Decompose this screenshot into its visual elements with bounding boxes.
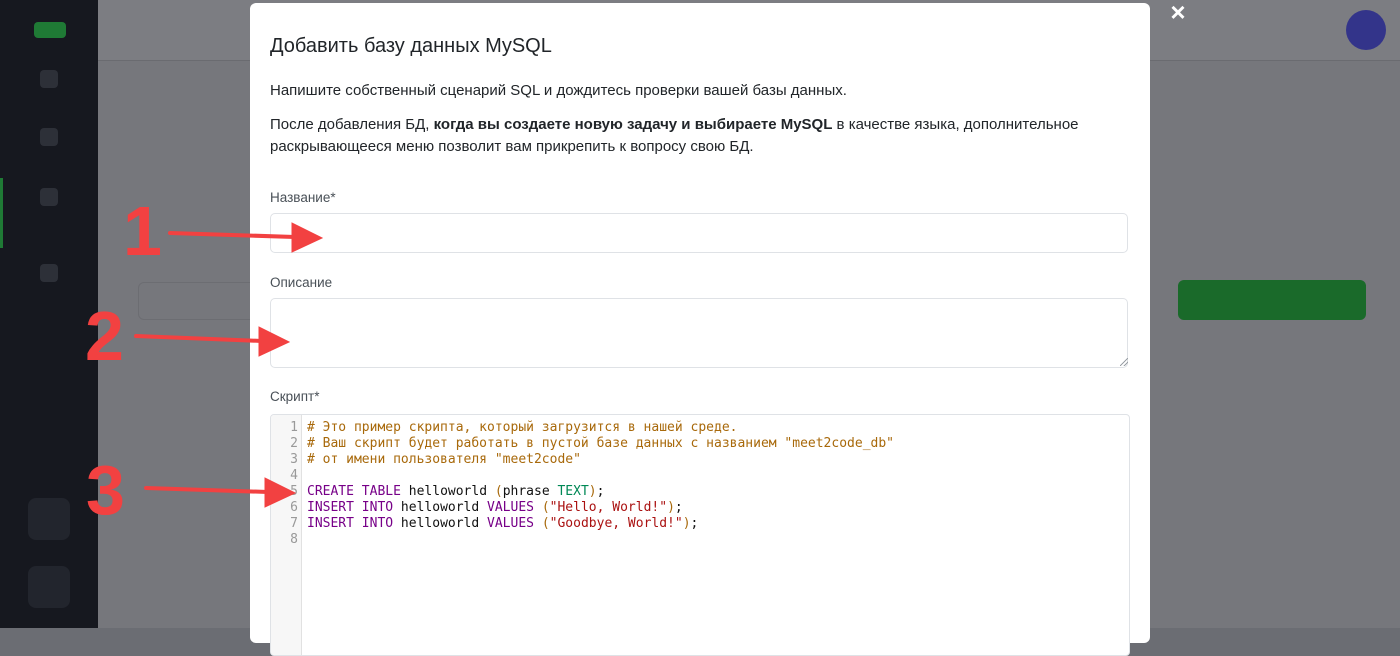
arrow-1-head bbox=[291, 222, 324, 253]
annotation-arrows bbox=[134, 222, 324, 508]
arrow-3-shaft bbox=[144, 486, 270, 494]
arrow-3-head bbox=[264, 477, 297, 508]
arrow-2-shaft bbox=[134, 334, 264, 343]
arrow-2-head bbox=[258, 326, 291, 357]
arrow-1-shaft bbox=[168, 231, 297, 239]
